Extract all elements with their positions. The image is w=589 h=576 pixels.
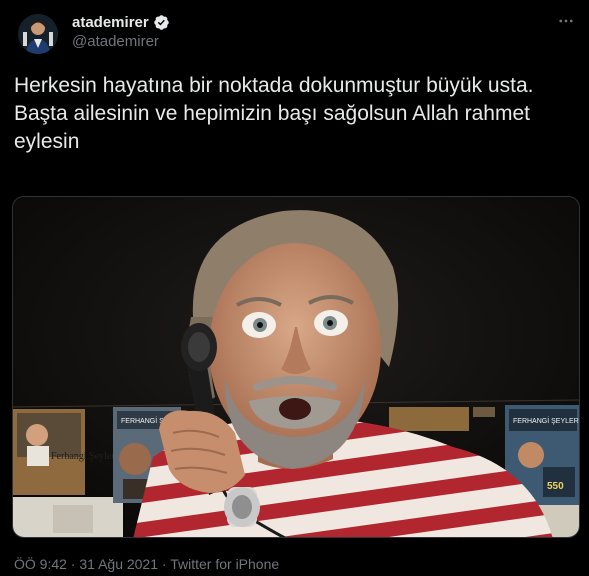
meta-separator-2: ·: [158, 556, 171, 572]
poster-left-title: Ferhangi Şeyler: [51, 451, 115, 462]
tweet-source[interactable]: Twitter for iPhone: [170, 556, 279, 572]
verified-badge-icon: [153, 14, 170, 31]
tweet-date[interactable]: 31 Ağu 2021: [79, 556, 158, 572]
author-handle[interactable]: @atademirer: [72, 33, 159, 50]
tweet-text: Herkesin hayatına bir noktada dokunmuştu…: [14, 72, 580, 156]
author-display-name[interactable]: atademirer: [72, 14, 149, 31]
photo-illustration: Ferhangi Şeyler FERHANGİ ŞEYLER FERHANGİ: [13, 197, 579, 537]
tweet-text-line-2: Başta ailesinin ve hepimizin başı sağols…: [14, 102, 530, 153]
avatar[interactable]: [18, 14, 58, 54]
tweet-media-photo[interactable]: Ferhangi Şeyler FERHANGİ ŞEYLER FERHANGİ: [12, 196, 580, 538]
author-name-row[interactable]: atademirer: [72, 12, 170, 32]
avatar-image: [18, 14, 58, 54]
tweet-metadata: ÖÖ 9:42 · 31 Ağu 2021 · Twitter for iPho…: [14, 556, 279, 572]
tweet-text-line-1: Herkesin hayatına bir noktada dokunmuştu…: [14, 74, 534, 97]
tweet-time[interactable]: ÖÖ 9:42: [14, 556, 67, 572]
poster-right-2-title: FERHANGİ ŞEYLER: [513, 416, 579, 425]
more-options-icon[interactable]: [555, 10, 577, 32]
tweet-card: atademirer @atademirer Herkesin hayatına…: [0, 0, 589, 576]
meta-separator-1: ·: [66, 556, 80, 572]
poster-right-2-number: 550: [547, 481, 564, 492]
